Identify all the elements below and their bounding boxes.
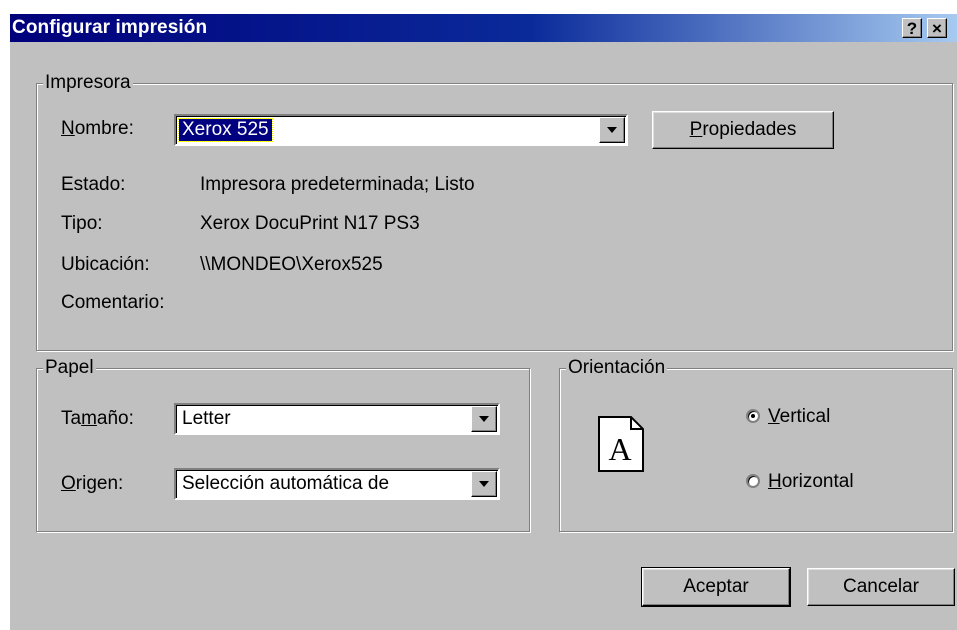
orientation-group-legend: Orientación bbox=[566, 357, 668, 379]
properties-button-label: ropiedades bbox=[702, 119, 797, 140]
page-icon-letter: A bbox=[608, 431, 631, 467]
location-value: \\MONDEO\Xerox525 bbox=[200, 254, 383, 275]
orientation-vertical-radio[interactable] bbox=[746, 409, 760, 423]
title-bar[interactable]: Configurar impresión ? × bbox=[10, 14, 957, 42]
paper-size-value: Letter bbox=[182, 408, 231, 429]
printer-name-label: Nombre: bbox=[61, 118, 134, 139]
paper-group-legend: Papel bbox=[43, 357, 96, 379]
location-label: Ubicación: bbox=[61, 254, 150, 275]
properties-button[interactable]: Propiedades bbox=[652, 111, 834, 149]
orientation-horizontal-radio[interactable] bbox=[746, 474, 760, 488]
print-setup-dialog: Configurar impresión ? × Impresora Nombr… bbox=[10, 14, 957, 630]
orientation-horizontal-label[interactable]: Horizontal bbox=[768, 471, 854, 493]
paper-size-dropdown-button[interactable] bbox=[471, 406, 497, 432]
type-label: Tipo: bbox=[61, 213, 103, 234]
type-value: Xerox DocuPrint N17 PS3 bbox=[200, 213, 420, 234]
paper-source-select[interactable]: Selección automática de bbox=[174, 468, 500, 500]
printer-name-select[interactable]: Xerox 525 bbox=[174, 114, 628, 146]
paper-group: Papel bbox=[36, 357, 530, 532]
close-icon: × bbox=[932, 19, 942, 38]
comment-label: Comentario: bbox=[61, 292, 165, 313]
paper-source-label: Origen: bbox=[61, 473, 124, 494]
cancel-button[interactable]: Cancelar bbox=[807, 568, 955, 606]
status-value: Impresora predeterminada; Listo bbox=[200, 174, 475, 195]
ok-button[interactable]: Aceptar bbox=[641, 567, 791, 607]
paper-size-label: Tamaño: bbox=[61, 408, 134, 429]
status-label: Estado: bbox=[61, 174, 126, 195]
paper-source-dropdown-button[interactable] bbox=[471, 471, 497, 497]
portrait-page-icon: A bbox=[598, 416, 644, 472]
printer-group-legend: Impresora bbox=[43, 72, 133, 94]
close-button[interactable]: × bbox=[927, 18, 947, 38]
paper-source-value: Selección automática de bbox=[182, 473, 390, 494]
printer-name-dropdown-button[interactable] bbox=[599, 117, 625, 143]
paper-size-select[interactable]: Letter bbox=[174, 403, 500, 435]
orientation-vertical-label[interactable]: Vertical bbox=[768, 406, 830, 428]
help-button[interactable]: ? bbox=[902, 18, 922, 38]
help-icon: ? bbox=[906, 19, 918, 38]
dialog-title: Configurar impresión bbox=[12, 17, 208, 38]
printer-name-value: Xerox 525 bbox=[178, 118, 273, 142]
